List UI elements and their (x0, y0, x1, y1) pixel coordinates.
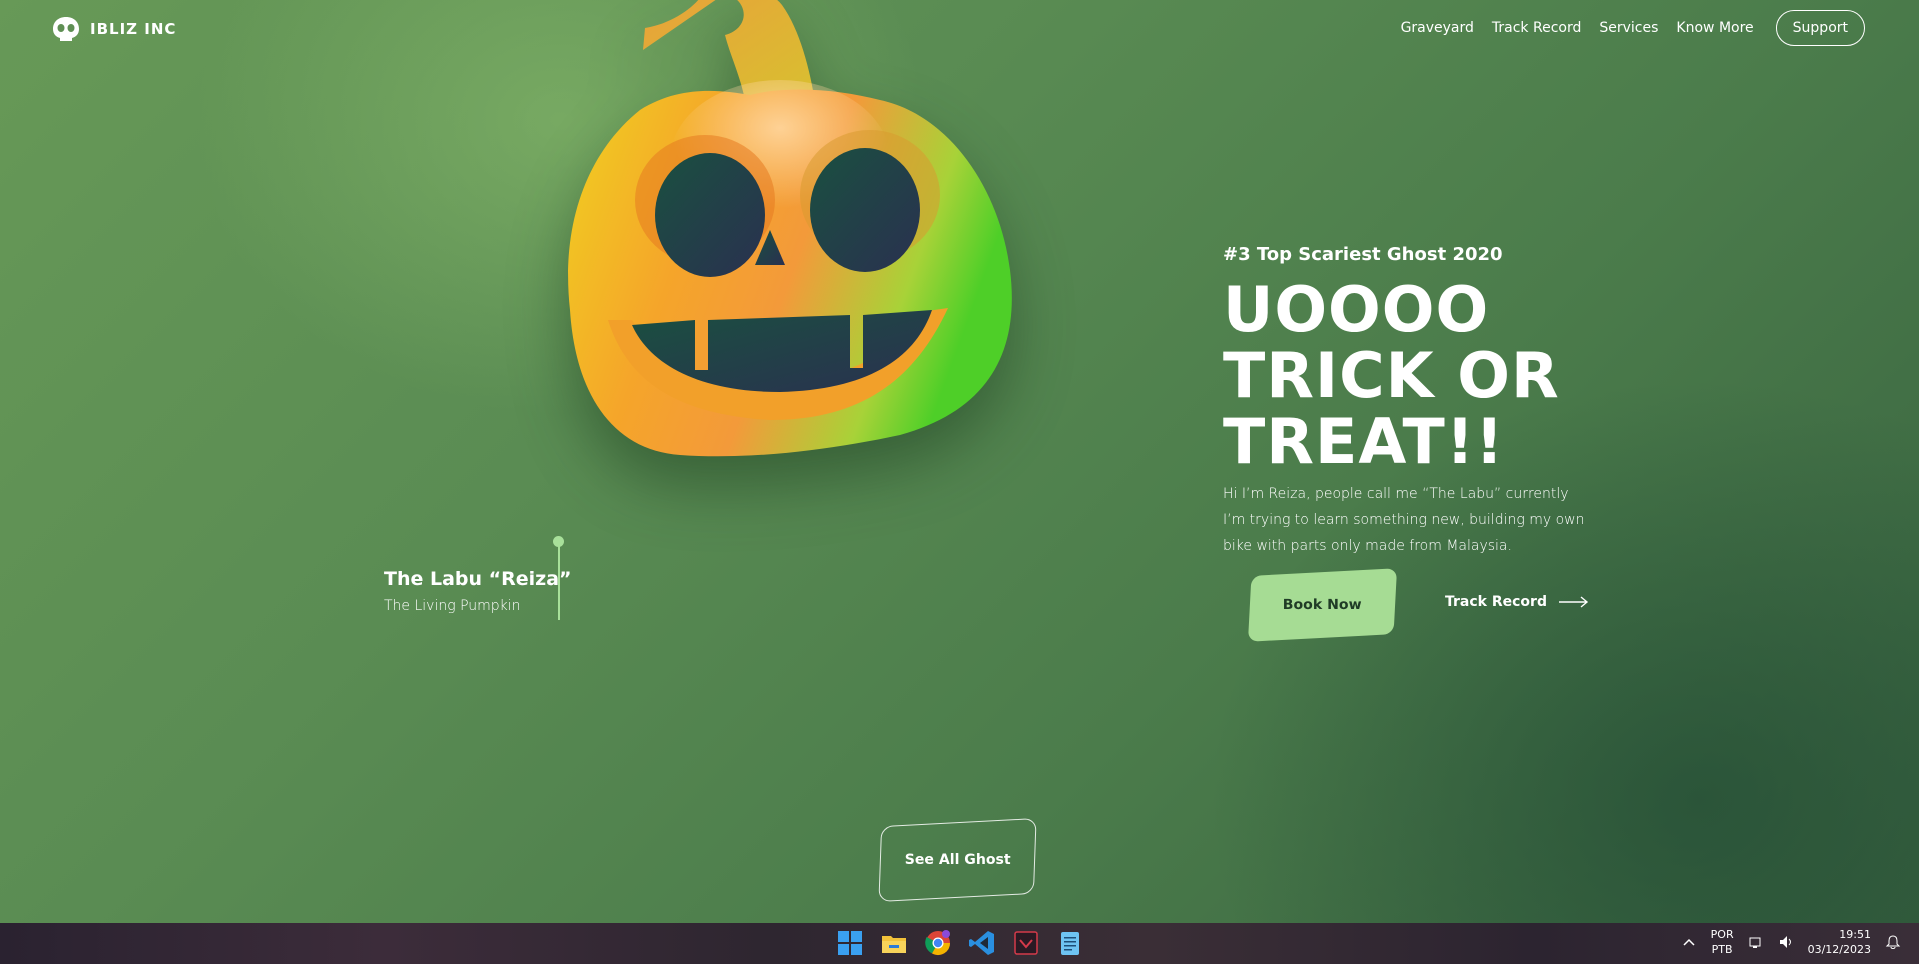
pumpkin-icon (568, 0, 1012, 457)
vscode-icon[interactable] (968, 929, 996, 957)
notification-bell-icon[interactable] (1885, 934, 1901, 950)
clock-date: 03/12/2023 (1807, 943, 1871, 956)
clock-time: 19:51 (1839, 928, 1871, 941)
skull-icon (53, 17, 79, 41)
support-button[interactable]: Support (1775, 10, 1865, 46)
system-tray: POR PTB 19:51 03/12/2023 (1681, 927, 1901, 957)
chrome-icon[interactable] (924, 929, 952, 957)
see-all-ghost-label: See All Ghost (904, 852, 1011, 868)
brand-name: IBLIZ INC (90, 20, 177, 38)
windows-taskbar: POR PTB 19:51 03/12/2023 (0, 923, 1919, 964)
see-all-ghost-button[interactable]: See All Ghost (878, 817, 1037, 903)
volume-icon[interactable] (1778, 934, 1794, 950)
hero-title: UOOOO TRICK OR TREAT!! (1223, 277, 1643, 475)
page-viewport: IBLIZ INC Graveyard Track Record Service… (0, 0, 1919, 923)
clock[interactable]: 19:51 03/12/2023 (1808, 927, 1871, 957)
top-nav: Graveyard Track Record Services Know Mor… (1401, 10, 1865, 46)
hero-title-line-1: UOOOO (1223, 273, 1490, 346)
nav-link-graveyard[interactable]: Graveyard (1401, 20, 1474, 36)
hero-title-line-2: TRICK OR (1223, 339, 1560, 412)
notepad-icon[interactable] (1056, 929, 1084, 957)
windows-start-icon[interactable] (836, 929, 864, 957)
track-record-label: Track Record (1445, 594, 1547, 610)
nav-link-track-record[interactable]: Track Record (1492, 20, 1581, 36)
hero-rank: #3 Top Scariest Ghost 2020 (1223, 244, 1503, 265)
book-now-label: Book Now (1283, 597, 1362, 613)
keyboard-layout: PTB (1711, 943, 1733, 956)
app-icon[interactable] (1012, 929, 1040, 957)
character-name: The Labu “Reiza” (384, 568, 572, 590)
brand[interactable]: IBLIZ INC (52, 16, 176, 42)
taskbar-apps (836, 929, 1084, 957)
language-code: POR (1710, 928, 1734, 941)
network-icon[interactable] (1748, 934, 1764, 950)
hero-title-line-3: TREAT!! (1223, 405, 1505, 478)
arrow-right-icon (1558, 596, 1589, 608)
hero-description: Hi I’m Reiza, people call me “The Labu” … (1223, 486, 1585, 554)
chevron-up-icon[interactable] (1681, 934, 1697, 950)
file-explorer-icon[interactable] (880, 929, 908, 957)
nav-link-know-more[interactable]: Know More (1676, 20, 1753, 36)
character-caption: The Labu “Reiza” The Living Pumpkin (384, 568, 572, 614)
character-subtitle: The Living Pumpkin (384, 598, 521, 614)
hero-section: #3 Top Scariest Ghost 2020 UOOOO TRICK O… (1223, 244, 1643, 559)
book-now-button[interactable]: Book Now (1247, 568, 1398, 642)
track-record-link[interactable]: Track Record (1445, 594, 1589, 610)
nav-link-services[interactable]: Services (1599, 20, 1658, 36)
pumpkin-illustration (520, 0, 1040, 490)
language-indicator[interactable]: POR PTB (1711, 927, 1734, 957)
